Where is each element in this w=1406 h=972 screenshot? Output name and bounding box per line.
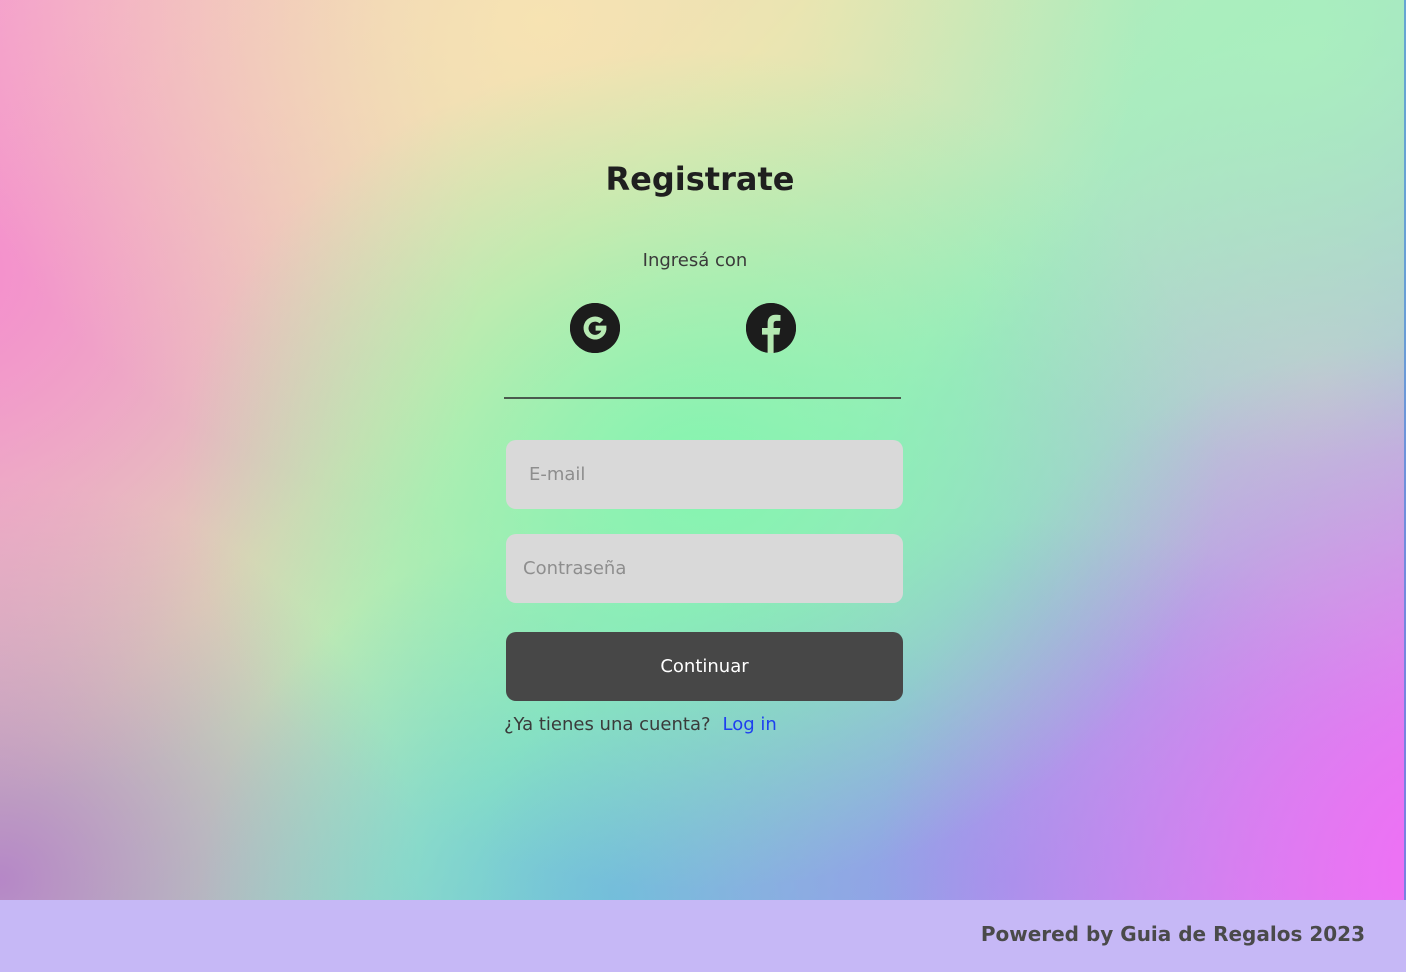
google-login-button[interactable] <box>570 303 620 353</box>
login-prompt-text: ¿Ya tienes una cuenta? <box>504 714 711 735</box>
signup-page: Registrate Ingresá con Continuar ¿Ya tie… <box>0 0 1406 972</box>
facebook-icon <box>746 303 796 353</box>
continue-button[interactable]: Continuar <box>506 632 903 701</box>
login-link[interactable]: Log in <box>723 714 777 735</box>
footer: Powered by Guia de Regalos 2023 <box>0 900 1406 972</box>
footer-text: Powered by Guia de Regalos 2023 <box>980 922 1365 946</box>
social-login-label: Ingresá con <box>642 250 748 271</box>
login-prompt-row: ¿Ya tienes una cuenta? Log in <box>504 714 777 735</box>
email-field[interactable] <box>506 440 903 509</box>
google-icon <box>570 303 620 353</box>
facebook-login-button[interactable] <box>746 303 796 353</box>
page-title: Registrate <box>605 160 795 198</box>
divider <box>504 397 901 399</box>
password-field[interactable] <box>506 534 903 603</box>
